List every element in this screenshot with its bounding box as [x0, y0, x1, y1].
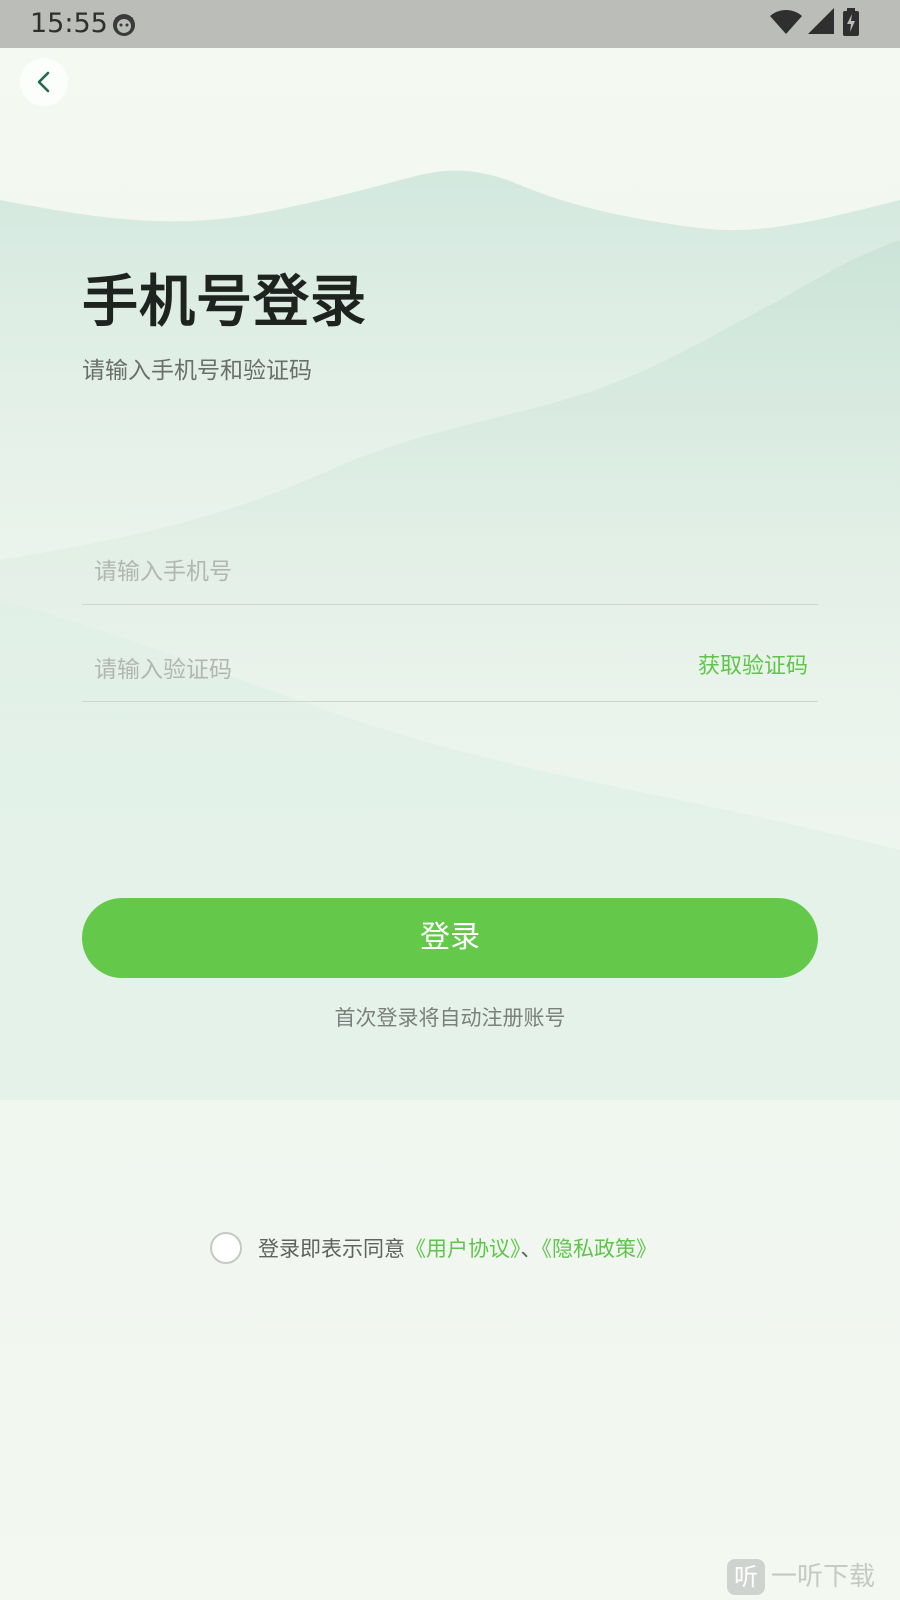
user-agreement-link[interactable]: 《用户协议》 [405, 1237, 521, 1261]
mountain-background [0, 0, 900, 1600]
agreement-checkbox[interactable] [210, 1232, 242, 1264]
agreement-row: 登录即表示同意《用户协议》、《隐私政策》 [210, 1232, 730, 1268]
phone-input[interactable] [92, 546, 656, 598]
chevron-left-icon [37, 71, 50, 93]
signal-icon [808, 8, 834, 34]
agreement-text: 登录即表示同意《用户协议》、《隐私政策》 [258, 1232, 657, 1266]
agreement-prefix: 登录即表示同意 [258, 1237, 405, 1261]
code-field: 获取验证码 [82, 640, 818, 702]
get-code-button[interactable]: 获取验证码 [698, 652, 808, 682]
watermark: 听 一听下载 [727, 1557, 892, 1597]
cat-notification-icon [113, 14, 135, 36]
watermark-logo-icon: 听 [727, 1559, 765, 1595]
status-bar: 15:55 [0, 0, 900, 48]
battery-charging-icon [843, 8, 859, 36]
privacy-policy-link[interactable]: 《隐私政策》 [542, 1237, 658, 1261]
page-subtitle: 请输入手机号和验证码 [82, 358, 312, 384]
back-button[interactable] [20, 58, 68, 106]
verification-code-input[interactable] [92, 644, 656, 696]
status-time: 15:55 [30, 8, 108, 39]
page-title: 手机号登录 [82, 270, 367, 335]
watermark-text: 一听下载 [771, 1562, 876, 1592]
login-button[interactable]: 登录 [82, 898, 818, 978]
auto-register-note: 首次登录将自动注册账号 [334, 1006, 566, 1030]
wifi-icon [770, 10, 802, 34]
agreement-separator: 、 [520, 1237, 542, 1261]
phone-field [82, 540, 818, 605]
